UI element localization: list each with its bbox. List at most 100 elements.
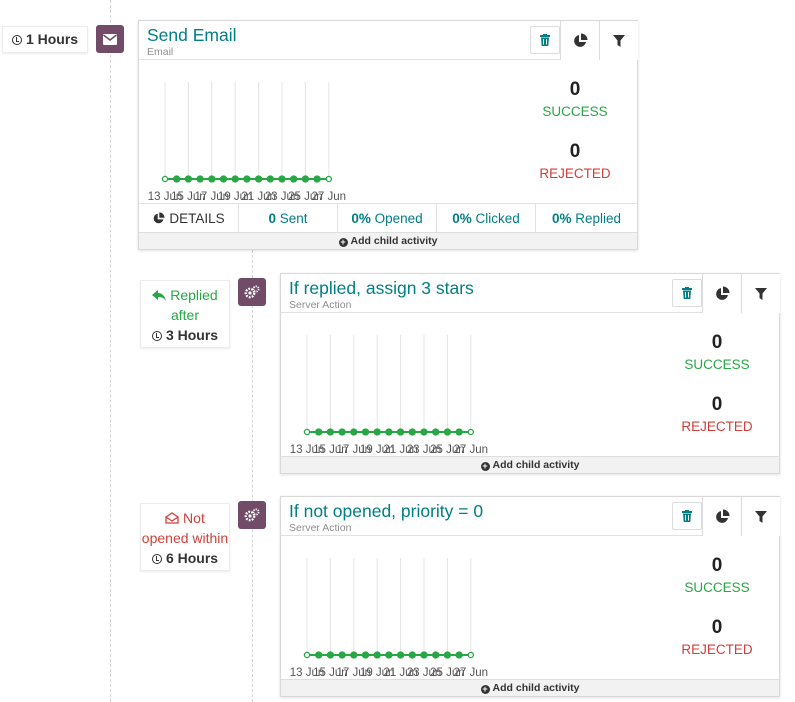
pie-chart-icon bbox=[716, 509, 730, 523]
delete-button[interactable] bbox=[672, 502, 702, 530]
delete-button[interactable] bbox=[672, 279, 702, 307]
add-child-label: Add child activity bbox=[350, 235, 438, 247]
success-count: 0 bbox=[711, 332, 723, 353]
data-point bbox=[408, 651, 416, 659]
data-point bbox=[420, 651, 428, 659]
data-point bbox=[184, 175, 193, 183]
data-point bbox=[243, 175, 251, 183]
envelope-icon bbox=[96, 25, 124, 53]
plus-circle-icon: + bbox=[480, 684, 490, 694]
data-point bbox=[467, 651, 475, 659]
replied-label: Replied bbox=[575, 211, 622, 226]
data-point bbox=[455, 428, 463, 436]
filter-button[interactable] bbox=[741, 274, 780, 313]
rejected-count: 0 bbox=[711, 617, 723, 638]
rejected-stat: 0 REJECTED bbox=[525, 141, 625, 181]
filter-button[interactable] bbox=[599, 21, 638, 60]
success-stat: 0 SUCCESS bbox=[667, 555, 767, 595]
activity-type: Server Action bbox=[289, 522, 352, 534]
success-label: SUCCESS bbox=[684, 580, 750, 595]
data-point bbox=[361, 428, 370, 436]
rejected-label: REJECTED bbox=[539, 166, 611, 181]
data-point bbox=[173, 175, 181, 183]
data-point bbox=[266, 175, 274, 183]
rejected-label: REJECTED bbox=[681, 642, 753, 657]
mail-stats-row: DETAILS 0 Sent 0% Opened 0% Clicked 0% R… bbox=[139, 203, 637, 233]
clicked-stat[interactable]: 0% Clicked bbox=[437, 204, 536, 233]
rejected-stat: 0 REJECTED bbox=[667, 394, 767, 434]
opened-value: 0% bbox=[351, 211, 371, 226]
opened-stat[interactable]: 0% Opened bbox=[338, 204, 437, 233]
data-point bbox=[315, 428, 323, 436]
clock-icon bbox=[151, 554, 162, 564]
statistics-button[interactable] bbox=[560, 21, 599, 60]
data-point bbox=[373, 428, 381, 436]
data-point bbox=[231, 175, 239, 183]
delete-button[interactable] bbox=[530, 26, 560, 54]
data-point bbox=[432, 428, 440, 436]
plus-circle-icon: + bbox=[338, 237, 348, 247]
activity-title[interactable]: If not opened, priority = 0 bbox=[289, 501, 483, 522]
data-point bbox=[396, 428, 405, 436]
clicked-label: Clicked bbox=[475, 211, 520, 226]
data-point bbox=[326, 428, 335, 436]
trash-icon bbox=[682, 287, 692, 299]
data-point bbox=[313, 175, 321, 183]
rejected-count: 0 bbox=[711, 394, 723, 415]
data-point bbox=[350, 428, 358, 436]
data-point bbox=[361, 651, 370, 659]
x-tick-label: 27 Jun bbox=[454, 667, 489, 679]
activity-type: Server Action bbox=[289, 299, 352, 311]
clock-icon bbox=[151, 331, 162, 341]
filter-button[interactable] bbox=[741, 497, 780, 536]
success-count: 0 bbox=[711, 555, 723, 576]
trash-icon bbox=[682, 510, 692, 522]
activity-card-header: If replied, assign 3 stars Server Action bbox=[281, 274, 780, 313]
activity-title[interactable]: If replied, assign 3 stars bbox=[289, 278, 474, 299]
activity-trigger: Replied after 3 Hours bbox=[140, 280, 230, 348]
data-point bbox=[196, 175, 204, 183]
trigger-delay: 6 Hours bbox=[165, 550, 219, 566]
replied-value: 0% bbox=[551, 211, 572, 226]
data-point bbox=[326, 651, 335, 659]
success-label: SUCCESS bbox=[684, 357, 750, 372]
activity-card: If not opened, priority = 0 Server Actio… bbox=[280, 496, 780, 697]
trigger-text: Replied after bbox=[170, 287, 218, 323]
details-button[interactable]: DETAILS bbox=[139, 204, 239, 233]
activity-card-header: If not opened, priority = 0 Server Actio… bbox=[281, 497, 780, 536]
data-point bbox=[455, 651, 463, 659]
x-tick-label: 27 Jun bbox=[312, 191, 347, 203]
reply-icon bbox=[152, 290, 167, 301]
replied-stat[interactable]: 0% Replied bbox=[536, 204, 637, 233]
data-point bbox=[290, 175, 298, 183]
activity-title[interactable]: Send Email bbox=[147, 25, 237, 46]
trash-icon bbox=[540, 34, 550, 46]
success-stat: 0 SUCCESS bbox=[667, 332, 767, 372]
add-child-activity-button[interactable]: + Add child activity bbox=[139, 232, 637, 249]
x-tick-label: 27 Jun bbox=[454, 444, 489, 456]
data-point bbox=[315, 651, 323, 659]
sent-value: 0 bbox=[268, 211, 276, 226]
statistics-button[interactable] bbox=[702, 274, 741, 313]
add-child-activity-button[interactable]: + Add child activity bbox=[281, 679, 779, 696]
rejected-label: REJECTED bbox=[681, 419, 753, 434]
data-point bbox=[443, 428, 452, 436]
data-point bbox=[432, 651, 440, 659]
add-child-activity-button[interactable]: + Add child activity bbox=[281, 456, 779, 473]
data-point bbox=[396, 651, 405, 659]
data-point bbox=[338, 651, 346, 659]
tree-connector-line bbox=[110, 0, 111, 702]
details-label: DETAILS bbox=[169, 211, 225, 226]
opened-label: Opened bbox=[374, 211, 423, 226]
sent-stat[interactable]: 0 Sent bbox=[239, 204, 338, 233]
data-point bbox=[161, 175, 169, 183]
data-point bbox=[325, 175, 333, 183]
cogs-icon bbox=[238, 501, 266, 529]
activity-chart: 13 Jun15 Jun17 Jun19 Jun21 Jun23 Jun25 J… bbox=[290, 558, 489, 679]
data-point bbox=[420, 428, 428, 436]
data-point bbox=[385, 428, 393, 436]
sent-label: Sent bbox=[279, 211, 308, 226]
data-point bbox=[254, 175, 263, 183]
statistics-button[interactable] bbox=[702, 497, 741, 536]
tree-connector-line bbox=[252, 250, 253, 702]
